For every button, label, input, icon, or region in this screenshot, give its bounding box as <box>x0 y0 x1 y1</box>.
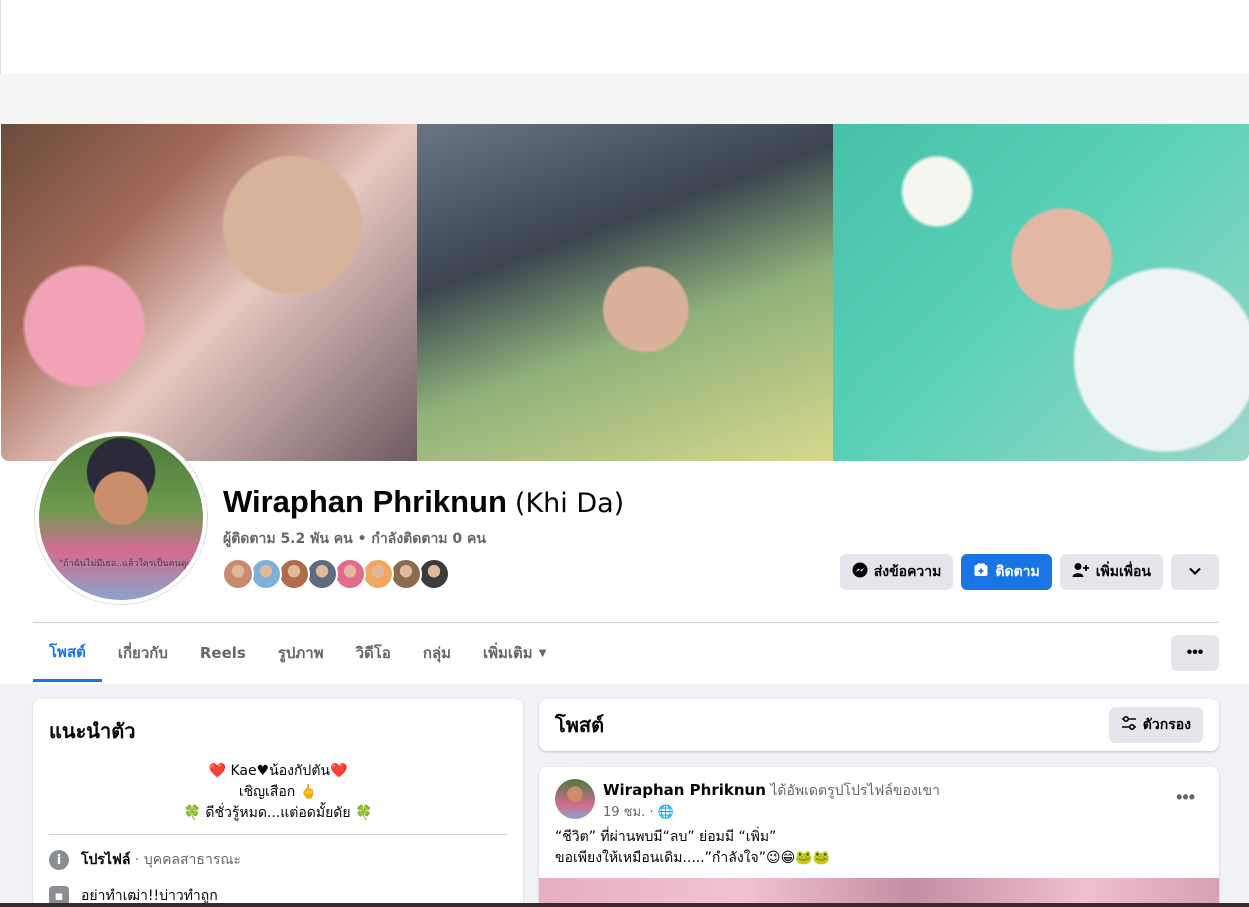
add-friend-button-label: เพิ่มเพื่อน <box>1095 564 1151 580</box>
cover-photo-baby-car <box>417 124 833 461</box>
post-options-button[interactable]: ••• <box>1176 787 1195 808</box>
info-icon: i <box>49 850 69 870</box>
posts-title: โพสต์ <box>555 713 605 737</box>
friend-avatar[interactable] <box>306 558 338 590</box>
post-author-avatar[interactable] <box>555 779 595 819</box>
intro-profile-type-value: · บุคคลสาธารณะ <box>130 852 241 868</box>
tab-reels[interactable]: Reels <box>184 624 262 682</box>
post-card: Wiraphan Phriknun ได้อัพเดตรูปโปรไฟล์ของ… <box>539 767 1219 907</box>
intro-profile-label: โปรไฟล์ <box>81 852 131 868</box>
tab-videos[interactable]: วิดีโอ <box>340 624 407 682</box>
filter-icon <box>1121 715 1137 734</box>
chevron-down-icon <box>1188 564 1202 580</box>
intro-profile-type-text: โปรไฟล์ · บุคคลสาธารณะ <box>81 849 241 871</box>
post-timestamp[interactable]: 19 ชม. · 🌐 <box>603 801 674 822</box>
cover-photo-baby-left <box>1 124 417 461</box>
friend-avatar[interactable] <box>334 558 366 590</box>
follower-stats[interactable]: ผู้ติดตาม 5.2 พัน คน • กำลังติดตาม 0 คน <box>223 528 486 550</box>
profile-picture[interactable]: "ถ้าฉันไม่มีเธอ..แล้วใครเป็นคนดูแลฉัน" <box>35 432 207 604</box>
tab-photos-label: รูปภาพ <box>277 644 324 662</box>
follow-icon <box>973 562 989 582</box>
friend-avatar[interactable] <box>362 558 394 590</box>
intro-bio: ❤️ Kae♥น้องกัปตัน❤️ เชิญเสือก 🖕 🍀 ดีชั่ว… <box>49 761 507 824</box>
profile-name: Wiraphan Phriknun <box>223 484 507 519</box>
profile-options-button[interactable] <box>1171 554 1219 590</box>
profile-divider <box>33 622 1219 623</box>
filter-button[interactable]: ตัวกรอง <box>1108 707 1203 743</box>
tab-more-label: เพิ่มเติม <box>483 644 533 662</box>
intro-divider <box>49 834 507 835</box>
bottom-edge <box>0 903 1249 907</box>
friend-avatar[interactable] <box>390 558 422 590</box>
cover-photo-baby-sleeping <box>833 124 1249 461</box>
messenger-icon <box>852 562 868 582</box>
post-action-text: ได้อัพเดตรูปโปรไฟล์ของเขา <box>765 783 940 799</box>
profile-picture-caption: "ถ้าฉันไม่มีเธอ..แล้วใครเป็นคนดูแลฉัน" <box>59 559 207 569</box>
tab-photos[interactable]: รูปภาพ <box>262 624 340 682</box>
cover-photo[interactable] <box>1 124 1249 461</box>
bio-line: เชิญเสือก 🖕 <box>238 784 318 800</box>
profile-alt-name: (Khi Da) <box>514 488 625 519</box>
follow-button[interactable]: ติดตาม <box>961 554 1052 590</box>
cover-top-strip <box>0 74 1249 124</box>
posts-header: โพสต์ ตัวกรอง <box>539 699 1219 751</box>
profile-actions: ส่งข้อความ ติดตาม เพิ่มเพื่อน <box>839 554 1219 590</box>
friend-avatar[interactable] <box>222 558 254 590</box>
filter-button-label: ตัวกรอง <box>1142 717 1191 733</box>
top-blank-area <box>0 0 1249 74</box>
more-dots-icon: ••• <box>1186 644 1204 661</box>
bio-line: 🍀 ดีชั่วรู้หมด...แต่อดมั้ยดัย 🍀 <box>183 805 373 821</box>
tab-reels-label: Reels <box>199 644 246 662</box>
profile-tabs: โพสต์ เกี่ยวกับ Reels รูปภาพ วิดีโอ กลุ่… <box>33 624 562 684</box>
tab-about[interactable]: เกี่ยวกับ <box>102 624 184 682</box>
tabs-more-options-button[interactable]: ••• <box>1171 635 1219 671</box>
follow-button-label: ติดตาม <box>995 564 1040 580</box>
tab-posts[interactable]: โพสต์ <box>33 624 102 682</box>
friend-avatar[interactable] <box>250 558 282 590</box>
tab-about-label: เกี่ยวกับ <box>117 644 168 662</box>
intro-title: แนะนำตัว <box>49 719 136 743</box>
message-button-label: ส่งข้อความ <box>873 564 942 580</box>
post-author-line: Wiraphan Phriknun ได้อัพเดตรูปโปรไฟล์ของ… <box>603 780 940 802</box>
tab-posts-label: โพสต์ <box>49 642 86 661</box>
add-friend-button[interactable]: เพิ่มเพื่อน <box>1059 554 1163 590</box>
intro-card: แนะนำตัว ❤️ Kae♥น้องกัปตัน❤️ เชิญเสือก 🖕… <box>33 699 523 907</box>
tab-groups-label: กลุ่ม <box>422 644 452 662</box>
tab-videos-label: วิดีโอ <box>355 644 391 662</box>
friend-avatar[interactable] <box>278 558 310 590</box>
post-author-name[interactable]: Wiraphan Phriknun <box>603 781 766 799</box>
friend-avatar[interactable] <box>418 558 450 590</box>
message-button[interactable]: ส่งข้อความ <box>839 554 954 590</box>
tab-more[interactable]: เพิ่มเติม ▼ <box>467 624 562 682</box>
profile-name-row: Wiraphan Phriknun (Khi Da) <box>223 484 624 520</box>
add-friend-icon <box>1072 562 1090 582</box>
caret-down-icon: ▼ <box>538 647 547 659</box>
post-text-line: ขอเพียงให้เหมือนเดิม.....”กำลังใจ”😉😁🐸🐸 <box>555 850 831 866</box>
post-text-line: “ชีวิต” ที่ผ่านพบมี“ลบ” ย่อมมี “เพิ่ม” <box>555 829 777 845</box>
bio-line: ❤️ Kae♥น้องกัปตัน❤️ <box>208 763 348 779</box>
post-text: “ชีวิต” ที่ผ่านพบมี“ลบ” ย่อมมี “เพิ่ม” ข… <box>555 827 830 869</box>
tab-groups[interactable]: กลุ่ม <box>407 624 467 682</box>
friend-avatars <box>222 558 450 590</box>
intro-profile-type: i โปรไฟล์ · บุคคลสาธารณะ <box>49 849 507 871</box>
